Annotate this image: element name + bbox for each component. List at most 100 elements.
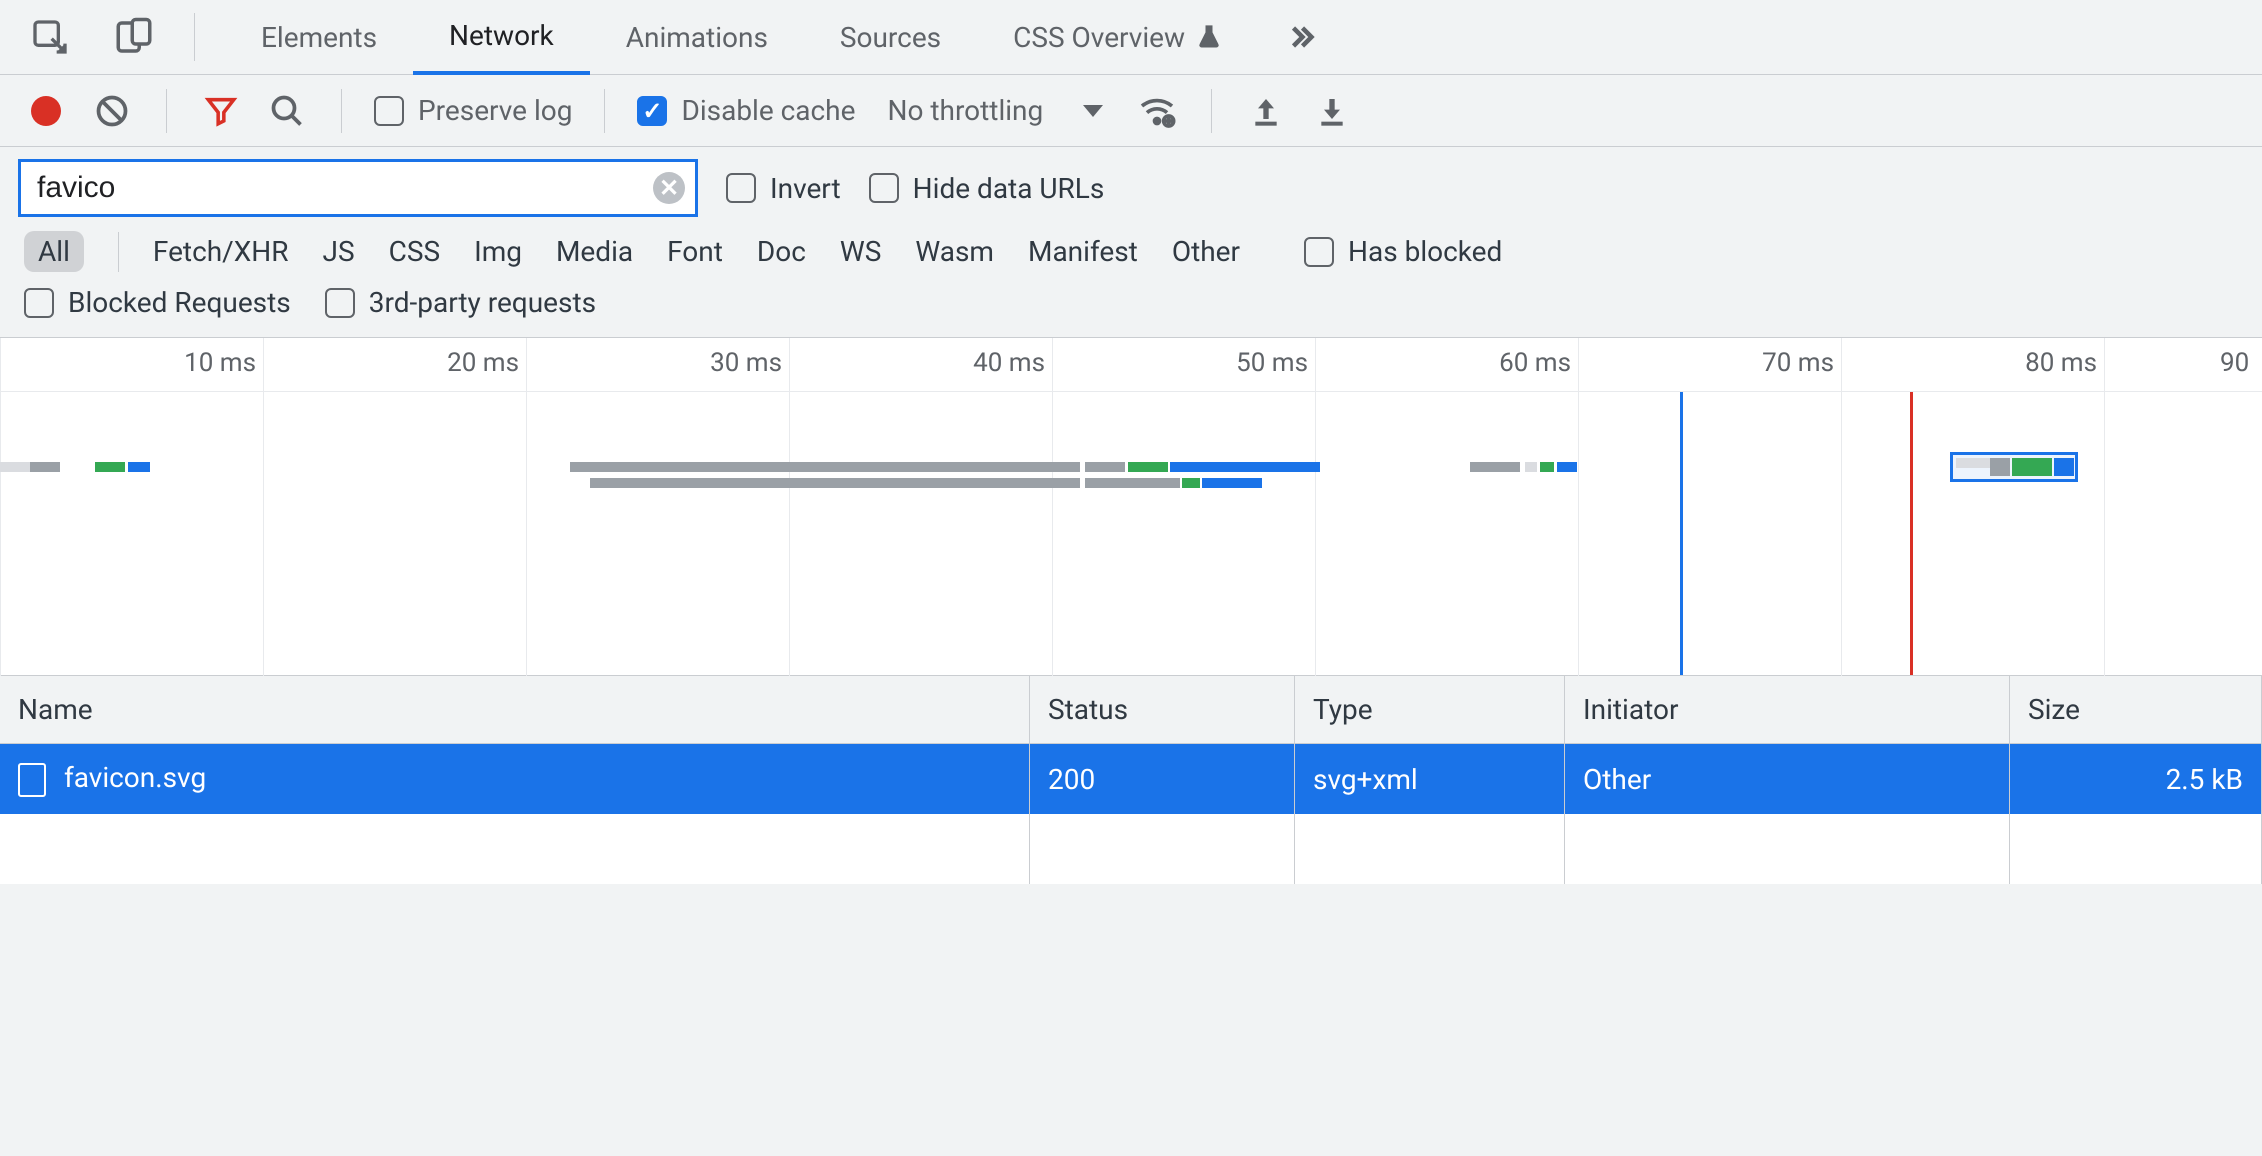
tab-css-overview[interactable]: CSS Overview xyxy=(977,0,1259,75)
col-size[interactable]: Size xyxy=(2010,676,2262,744)
tab-label: Animations xyxy=(626,21,768,54)
search-icon[interactable] xyxy=(265,89,309,133)
checkbox-icon xyxy=(869,173,899,203)
flask-icon xyxy=(1195,23,1223,51)
third-party-toggle[interactable]: 3rd-party requests xyxy=(325,286,596,319)
label: Has blocked xyxy=(1348,235,1502,268)
filter-wasm[interactable]: Wasm xyxy=(915,235,994,268)
invert-toggle[interactable]: Invert xyxy=(726,172,841,205)
checkbox-icon xyxy=(374,96,404,126)
divider xyxy=(194,13,195,61)
timeline-bar xyxy=(1170,462,1320,472)
filter-bar: ✕ Invert Hide data URLs xyxy=(0,147,2262,225)
checkbox-icon xyxy=(726,173,756,203)
col-type[interactable]: Type xyxy=(1295,676,1565,744)
timeline-bar xyxy=(95,462,125,472)
col-initiator[interactable]: Initiator xyxy=(1565,676,2010,744)
timeline-bar xyxy=(2012,458,2052,476)
disable-cache-toggle[interactable]: Disable cache xyxy=(637,94,855,127)
preserve-log-toggle[interactable]: Preserve log xyxy=(374,94,572,127)
filter-input-wrap: ✕ xyxy=(18,159,698,217)
tab-animations[interactable]: Animations xyxy=(590,0,804,75)
timeline-bar xyxy=(1525,462,1537,472)
inspect-element-icon[interactable] xyxy=(20,7,80,67)
col-status[interactable]: Status xyxy=(1030,676,1295,744)
dom-content-loaded-line xyxy=(1680,392,1683,675)
tick-label: 10 ms xyxy=(184,348,256,378)
tick-label: 50 ms xyxy=(1236,348,1308,378)
tick-label: 70 ms xyxy=(1762,348,1834,378)
label: Invert xyxy=(770,172,841,205)
checkbox-icon xyxy=(24,288,54,318)
filter-css[interactable]: CSS xyxy=(389,235,440,268)
table-header-row: Name Status Type Initiator Size xyxy=(0,676,2262,744)
cell-status: 200 xyxy=(1030,744,1295,814)
has-blocked-toggle[interactable]: Has blocked xyxy=(1304,235,1502,268)
filter-ws[interactable]: WS xyxy=(840,235,881,268)
import-har-icon[interactable] xyxy=(1244,89,1288,133)
table-row-empty xyxy=(0,814,2262,884)
more-tabs-button[interactable] xyxy=(1259,0,1343,75)
label: 3rd-party requests xyxy=(369,286,596,319)
tab-label: Network xyxy=(449,19,554,52)
filter-js[interactable]: JS xyxy=(323,235,355,268)
tick-label: 30 ms xyxy=(710,348,782,378)
timeline-bar xyxy=(570,462,1080,472)
tab-sources[interactable]: Sources xyxy=(804,0,977,75)
timeline-bar xyxy=(1128,462,1168,472)
timeline-bar xyxy=(1557,462,1577,472)
export-har-icon[interactable] xyxy=(1310,89,1354,133)
timeline-bar xyxy=(0,462,30,472)
network-conditions-icon[interactable] xyxy=(1135,89,1179,133)
cell-size: 2.5 kB xyxy=(2010,744,2262,814)
clear-button[interactable] xyxy=(90,89,134,133)
timeline-bar xyxy=(590,478,1080,488)
device-toolbar-icon[interactable] xyxy=(104,7,164,67)
blocked-requests-toggle[interactable]: Blocked Requests xyxy=(24,286,291,319)
filter-fetch-xhr[interactable]: Fetch/XHR xyxy=(153,235,289,268)
tab-network[interactable]: Network xyxy=(413,0,590,75)
record-button[interactable] xyxy=(24,89,68,133)
clear-filter-icon[interactable]: ✕ xyxy=(653,172,685,204)
devtools-tabs: Elements Network Animations Sources CSS … xyxy=(0,0,2262,75)
request-type-filters: All Fetch/XHR JS CSS Img Media Font Doc … xyxy=(0,225,2262,282)
cell-initiator: Other xyxy=(1565,744,2010,814)
hide-data-urls-toggle[interactable]: Hide data URLs xyxy=(869,172,1105,205)
label: Hide data URLs xyxy=(913,172,1105,205)
filter-input[interactable] xyxy=(37,171,653,205)
filter-manifest[interactable]: Manifest xyxy=(1028,235,1138,268)
chevron-down-icon xyxy=(1083,105,1103,117)
filter-media[interactable]: Media xyxy=(556,235,633,268)
cell-type: svg+xml xyxy=(1295,744,1565,814)
network-toolbar: Preserve log Disable cache No throttling xyxy=(0,75,2262,147)
checkbox-icon xyxy=(637,96,667,126)
label: Disable cache xyxy=(681,94,855,127)
cell-name: favicon.svg xyxy=(0,744,1030,814)
timeline-ruler: 10 ms 20 ms 30 ms 40 ms 50 ms 60 ms 70 m… xyxy=(0,338,2262,392)
filter-font[interactable]: Font xyxy=(667,235,723,268)
tab-label: Elements xyxy=(261,21,377,54)
throttling-select[interactable]: No throttling xyxy=(877,94,1113,127)
network-timeline[interactable]: 10 ms 20 ms 30 ms 40 ms 50 ms 60 ms 70 m… xyxy=(0,338,2262,676)
divider xyxy=(341,89,342,133)
filter-doc[interactable]: Doc xyxy=(757,235,806,268)
file-icon xyxy=(18,763,46,797)
timeline-bar xyxy=(1540,462,1554,472)
tick-label: 90 xyxy=(2220,348,2249,378)
tick-label: 20 ms xyxy=(447,348,519,378)
checkbox-icon xyxy=(1304,237,1334,267)
filter-img[interactable]: Img xyxy=(474,235,522,268)
tick-label: 60 ms xyxy=(1499,348,1571,378)
divider xyxy=(1211,89,1212,133)
label: Blocked Requests xyxy=(68,286,291,319)
table-row[interactable]: favicon.svg 200 svg+xml Other 2.5 kB xyxy=(0,744,2262,814)
tab-label: Sources xyxy=(840,21,941,54)
divider xyxy=(166,89,167,133)
col-name[interactable]: Name xyxy=(0,676,1030,744)
divider xyxy=(118,232,119,272)
tab-elements[interactable]: Elements xyxy=(225,0,413,75)
filter-toggle-icon[interactable] xyxy=(199,89,243,133)
timeline-bar xyxy=(1202,478,1262,488)
filter-other[interactable]: Other xyxy=(1172,235,1240,268)
filter-all[interactable]: All xyxy=(24,231,84,272)
